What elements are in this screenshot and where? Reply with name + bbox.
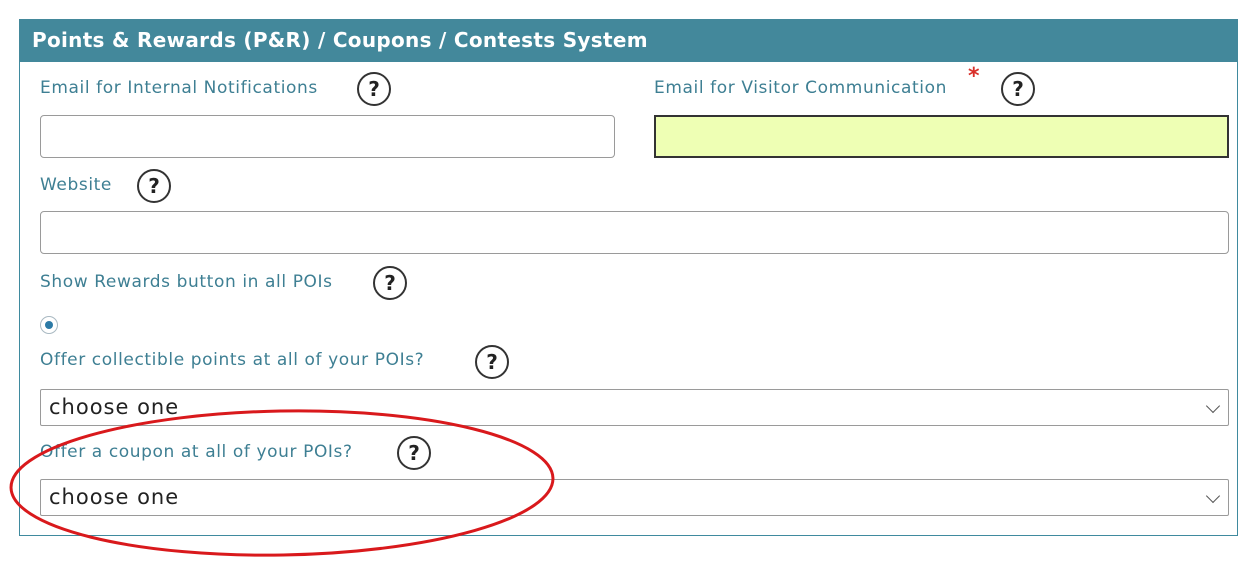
email-visitor-label: Email for Visitor Communication	[654, 78, 947, 98]
website-label: Website	[40, 175, 112, 195]
coupon-value: choose one	[49, 485, 180, 509]
help-icon[interactable]: ?	[357, 72, 391, 106]
website-input[interactable]	[40, 211, 1229, 254]
help-icon[interactable]: ?	[373, 266, 407, 300]
help-icon[interactable]: ?	[397, 436, 431, 470]
help-icon[interactable]: ?	[137, 169, 171, 203]
collectible-points-select[interactable]: choose one	[40, 389, 1229, 426]
email-internal-input[interactable]	[40, 115, 615, 158]
coupon-label: Offer a coupon at all of your POIs?	[40, 442, 353, 462]
show-rewards-radio[interactable]	[40, 316, 58, 334]
help-icon[interactable]: ?	[475, 345, 509, 379]
required-asterisk: *	[968, 64, 980, 89]
collectible-points-value: choose one	[49, 395, 180, 419]
show-rewards-label: Show Rewards button in all POIs	[40, 272, 333, 292]
coupon-select[interactable]: choose one	[40, 479, 1229, 516]
collectible-points-label: Offer collectible points at all of your …	[40, 350, 425, 370]
radio-selected-icon	[45, 321, 53, 329]
email-visitor-input[interactable]	[654, 115, 1229, 158]
chevron-down-icon	[1205, 488, 1221, 504]
chevron-down-icon	[1205, 398, 1221, 414]
email-internal-label: Email for Internal Notifications	[40, 78, 318, 98]
help-icon[interactable]: ?	[1001, 72, 1035, 106]
panel-title: Points & Rewards (P&R) / Coupons / Conte…	[19, 19, 1238, 62]
